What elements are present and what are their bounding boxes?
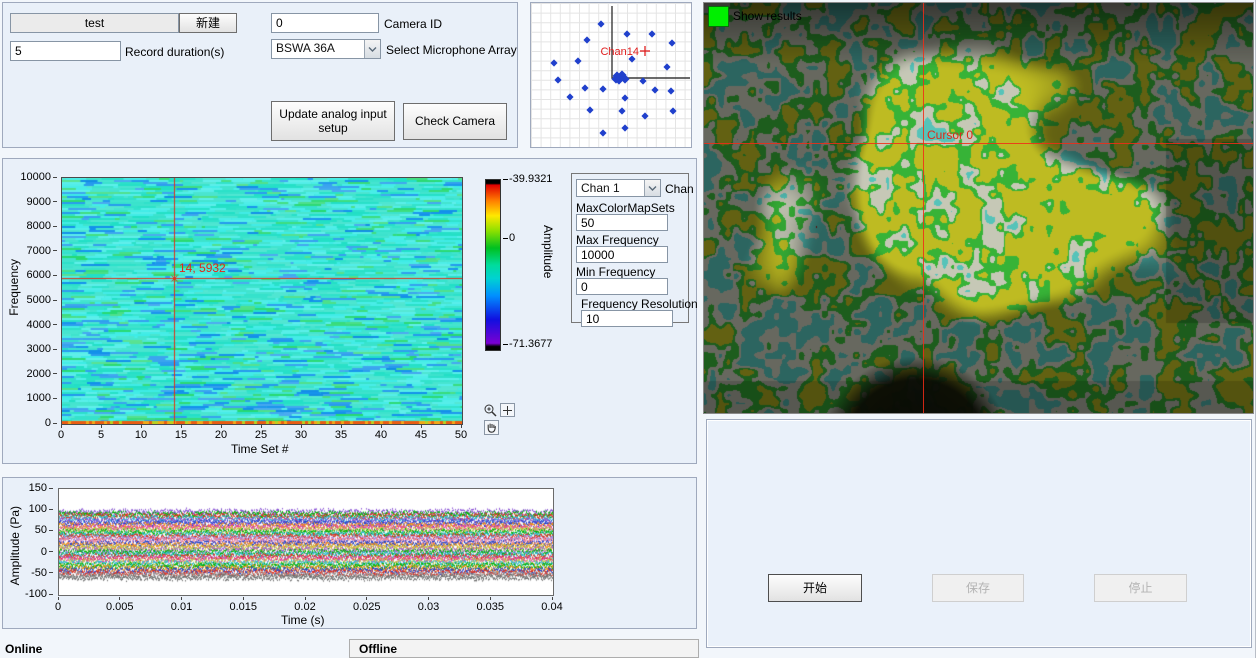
- spectrogram-ylabel: Frequency: [7, 259, 21, 316]
- axis-tick-label: 1000: [19, 392, 57, 404]
- axis-tick-label: 6000: [19, 269, 57, 281]
- max-colormap-sets-label: MaxColorMapSets: [576, 201, 675, 215]
- axis-tick-label: 40: [367, 425, 395, 441]
- axis-tick-label: 8000: [19, 220, 57, 232]
- axis-tick-label: 0: [47, 425, 75, 441]
- frequency-resolution-label: Frequency Resolution: [581, 297, 698, 311]
- spectrogram-canvas[interactable]: [61, 177, 463, 425]
- axis-tick-label: 0.01: [162, 597, 202, 613]
- check-camera-button[interactable]: Check Camera: [403, 103, 507, 140]
- mic-array-plot[interactable]: Chan14: [531, 3, 691, 147]
- update-analog-input-button[interactable]: Update analog input setup: [271, 101, 395, 141]
- svg-text:Chan14: Chan14: [600, 46, 639, 58]
- frequency-resolution-field[interactable]: [581, 310, 673, 327]
- show-results-label: Show results: [733, 9, 802, 23]
- axis-tick-label: -50: [23, 567, 53, 579]
- chevron-down-icon[interactable]: [644, 180, 660, 196]
- waveform-canvas[interactable]: [58, 488, 554, 596]
- max-frequency-label: Max Frequency: [576, 233, 659, 247]
- record-duration-field[interactable]: [10, 41, 121, 61]
- mic-array-select[interactable]: BSWA 36A: [271, 39, 381, 59]
- run-control-panel: 开始 保存 停止: [706, 419, 1252, 648]
- axis-tick-label: 100: [23, 503, 53, 515]
- max-colormap-sets-field[interactable]: [576, 214, 668, 231]
- cursor-tool-icon[interactable]: [500, 403, 515, 417]
- offline-status-label: Offline: [359, 642, 397, 656]
- axis-tick-label: 3000: [19, 343, 57, 355]
- save-button[interactable]: 保存: [932, 574, 1024, 602]
- chan-select[interactable]: Chan 1: [576, 179, 661, 197]
- axis-tick-label: 0: [38, 597, 78, 613]
- axis-tick-label: 2000: [19, 368, 57, 380]
- axis-tick-label: 10000: [19, 171, 57, 183]
- mic-array-select-value: BSWA 36A: [272, 40, 364, 58]
- axis-tick-label: 20: [207, 425, 235, 441]
- axis-tick-label: 10: [127, 425, 155, 441]
- color-scale-min: -71.3677: [503, 338, 552, 350]
- chan-select-label: Chan: [665, 182, 694, 196]
- axis-tick-label: 4000: [19, 319, 57, 331]
- camera-cursor-hline[interactable]: [704, 143, 1253, 144]
- camera-cursor-label: Cursor 0: [927, 128, 973, 142]
- axis-tick-label: 0: [23, 546, 53, 558]
- color-scale-mid: 0: [503, 232, 515, 244]
- axis-tick-label: 7000: [19, 245, 57, 257]
- mic-array-panel: Chan14: [530, 2, 692, 148]
- waveform-ylabel: Amplitude (Pa): [8, 506, 22, 585]
- test-name-field[interactable]: [10, 13, 179, 33]
- chevron-down-icon[interactable]: [364, 40, 380, 58]
- axis-tick-label: 15: [167, 425, 195, 441]
- chan-select-value: Chan 1: [577, 180, 644, 196]
- axis-tick-label: 0.03: [409, 597, 449, 613]
- camera-id-label: Camera ID: [384, 17, 442, 31]
- min-frequency-label: Min Frequency: [576, 265, 655, 279]
- axis-tick-label: 0.02: [285, 597, 325, 613]
- camera-image-wrap: Cursor 0 Show results: [704, 3, 1253, 413]
- axis-tick-label: 30: [287, 425, 315, 441]
- config-panel: 新建 Record duration(s) Camera ID BSWA 36A…: [2, 2, 518, 148]
- camera-cursor-vline[interactable]: [923, 3, 924, 413]
- axis-tick-label: 50: [447, 425, 475, 441]
- waveform-panel: Amplitude (Pa) 150100500-50-100 00.0050.…: [2, 477, 697, 629]
- spectrogram-xlabel: Time Set #: [231, 442, 289, 456]
- camera-view-panel: Cursor 0 Show results: [703, 2, 1254, 414]
- spectrogram-cursor-readout: 14, 5932: [179, 261, 226, 275]
- stop-button[interactable]: 停止: [1094, 574, 1187, 602]
- axis-tick-label: 150: [23, 482, 53, 494]
- min-frequency-field[interactable]: [576, 278, 668, 295]
- new-button[interactable]: 新建: [179, 13, 237, 33]
- axis-tick-label: 9000: [19, 196, 57, 208]
- spectrogram-panel: Frequency 100009000800070006000500040003…: [2, 158, 697, 464]
- max-frequency-field[interactable]: [576, 246, 668, 263]
- axis-tick-label: 35: [327, 425, 355, 441]
- pan-hand-tool-icon[interactable]: [484, 420, 499, 435]
- mic-array-select-label: Select Microphone Array: [386, 43, 517, 57]
- axis-tick-label: 0.015: [223, 597, 263, 613]
- axis-tick-label: 0.04: [532, 597, 572, 613]
- axis-tick-label: 45: [407, 425, 435, 441]
- color-scale-max: -39.9321: [503, 173, 552, 185]
- show-results-indicator[interactable]: [708, 6, 729, 27]
- axis-tick-label: 5000: [19, 294, 57, 306]
- camera-id-field[interactable]: [271, 13, 379, 33]
- axis-tick-label: 25: [247, 425, 275, 441]
- color-scale-label: Amplitude: [541, 225, 555, 278]
- axis-tick-label: 0.035: [470, 597, 510, 613]
- record-duration-label: Record duration(s): [125, 45, 224, 59]
- axis-tick-label: 0.025: [347, 597, 387, 613]
- axis-tick-label: 5: [87, 425, 115, 441]
- axis-tick-label: 0.005: [100, 597, 140, 613]
- online-status-label: Online: [5, 642, 42, 656]
- axis-tick-label: 50: [23, 524, 53, 536]
- analysis-controls-box: Chan 1 Chan MaxColorMapSets Max Frequenc…: [571, 173, 689, 323]
- color-scale[interactable]: [485, 179, 501, 351]
- camera-acoustic-map[interactable]: [704, 3, 1253, 413]
- waveform-xlabel: Time (s): [281, 613, 325, 627]
- acoustic-camera-app: 新建 Record duration(s) Camera ID BSWA 36A…: [0, 0, 1256, 658]
- offline-status-bar: Offline: [349, 639, 699, 658]
- start-button[interactable]: 开始: [768, 574, 862, 602]
